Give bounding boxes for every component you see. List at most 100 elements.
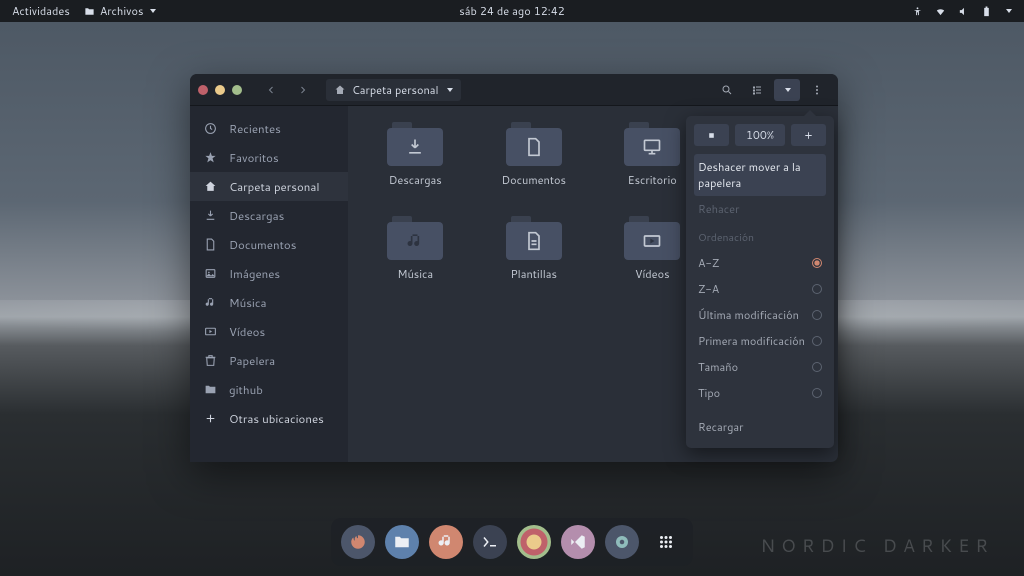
status-area[interactable] [912,6,1024,17]
sidebar-item-star[interactable]: Favoritos [190,143,348,172]
sort-option-label: Tamaño [698,359,738,375]
maximize-button[interactable] [232,85,242,95]
image-icon [204,267,217,280]
redo-menu-item: Rehacer [694,196,826,222]
sort-option-label: Tipo [698,385,720,401]
download-icon [204,209,217,222]
folder-icon [387,122,443,166]
hamburger-menu-button[interactable] [804,79,830,101]
sort-option[interactable]: Tipo [694,380,826,406]
sort-option-label: Última modificación [698,307,799,323]
dock-app-files[interactable] [385,525,419,559]
undo-menu-item[interactable]: Deshacer mover a la papelera [694,154,826,196]
sort-option[interactable]: Tamaño [694,354,826,380]
sidebar-item-label: Recientes [229,120,281,137]
sort-option[interactable]: Primera modificación [694,328,826,354]
sort-section-label: Ordenación [694,226,826,250]
nav-forward-button[interactable] [290,79,316,101]
dock-app-chrome[interactable] [517,525,551,559]
arrow-left-icon [265,84,277,96]
minus-icon [706,130,717,141]
music-icon [204,296,217,309]
folder-label: Descargas [389,172,442,188]
folder-item[interactable]: Descargas [360,122,471,188]
sidebar-item-video[interactable]: Vídeos [190,317,348,346]
app-menu-label: Archivos [100,3,144,19]
clock-icon [204,122,217,135]
radio-icon [812,258,822,268]
zoom-in-button[interactable] [791,124,826,146]
sidebar-item-label: github [229,381,263,398]
folder-item[interactable]: Plantillas [479,216,590,282]
wallpaper-watermark: NORDIC DARKER [760,532,994,558]
sidebar-item-label: Imágenes [229,265,280,282]
sort-option[interactable]: A-Z [694,250,826,276]
dock-show-apps[interactable] [649,525,683,559]
reload-menu-item[interactable]: Recargar [694,414,826,440]
search-button[interactable] [714,79,740,101]
view-menu-button[interactable] [774,79,800,101]
sort-option-label: Z-A [698,281,719,297]
window-titlebar: Carpeta personal [190,74,838,106]
app-menu-button[interactable]: Archivos [84,3,157,19]
sidebar-item-plus[interactable]: Otras ubicaciones [190,404,348,433]
sidebar-item-document[interactable]: Documentos [190,230,348,259]
music-icon [437,533,455,551]
dock-app-terminal[interactable] [473,525,507,559]
sidebar-item-image[interactable]: Imágenes [190,259,348,288]
sidebar-item-label: Carpeta personal [229,178,320,195]
folder-icon [506,216,562,260]
sidebar-item-clock[interactable]: Recientes [190,114,348,143]
home-icon [334,84,346,96]
arrow-right-icon [297,84,309,96]
folder-item[interactable]: Música [360,216,471,282]
folder-icon [204,383,217,396]
sidebar-item-label: Otras ubicaciones [229,410,324,427]
dock-app-vscode[interactable] [561,525,595,559]
dock-app-settings[interactable] [605,525,639,559]
folder-icon [393,533,411,551]
files-app-icon [84,6,95,17]
sort-option[interactable]: Última modificación [694,302,826,328]
dock-app-music[interactable] [429,525,463,559]
radio-icon [812,362,822,372]
activities-button[interactable]: Actividades [12,3,70,19]
files-window: Carpeta personal Recientes Favoritos Carpe… [190,74,838,462]
sidebar-item-download[interactable]: Descargas [190,201,348,230]
folder-label: Plantillas [510,266,557,282]
view-options-popover: 100% Deshacer mover a la papelera Rehace… [686,116,834,448]
zoom-out-button[interactable] [694,124,729,146]
sort-option[interactable]: Z-A [694,276,826,302]
sidebar-item-trash[interactable]: Papelera [190,346,348,375]
sidebar-item-folder[interactable]: github [190,375,348,404]
radio-icon [812,284,822,294]
dock-app-firefox[interactable] [341,525,375,559]
fox-icon [349,533,367,551]
nav-back-button[interactable] [258,79,284,101]
places-sidebar: Recientes Favoritos Carpeta personal Descar… [190,106,348,462]
window-controls [198,85,242,95]
kebab-icon [811,84,823,96]
radio-icon [812,388,822,398]
volume-icon [958,6,969,17]
view-toggle-button[interactable] [744,79,770,101]
close-button[interactable] [198,85,208,95]
clock-label[interactable]: sáb 24 de ago 12:42 [459,3,564,19]
chevron-down-icon [447,88,453,92]
minimize-button[interactable] [215,85,225,95]
video-icon [204,325,217,338]
sidebar-item-music[interactable]: Música [190,288,348,317]
folder-icon [506,122,562,166]
sidebar-item-label: Papelera [229,352,275,369]
radio-icon [812,336,822,346]
document-icon [204,238,217,251]
pathbar[interactable]: Carpeta personal [326,79,461,101]
sidebar-item-home[interactable]: Carpeta personal [190,172,348,201]
gear-icon [613,533,631,551]
terminal-icon [481,533,499,551]
folder-item[interactable]: Documentos [479,122,590,188]
folder-icon [624,216,680,260]
sort-option-label: A-Z [698,255,719,271]
folder-label: Vídeos [635,266,670,282]
plus-icon [204,412,217,425]
